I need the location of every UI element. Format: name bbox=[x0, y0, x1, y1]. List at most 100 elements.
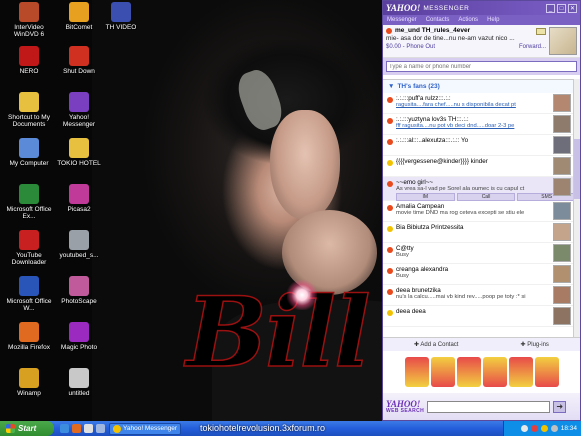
contact-row[interactable]: {{{{vergessene@kinder}}}} kinder bbox=[383, 156, 580, 177]
start-button[interactable]: Start bbox=[0, 421, 54, 436]
contact-avatar[interactable] bbox=[553, 202, 571, 220]
contact-row[interactable]: creanga alexandra Busy bbox=[383, 264, 580, 285]
contact-row[interactable]: ~~emo girl~~ As vrea sa-l vad pe Sorel al… bbox=[383, 177, 580, 201]
presence-icon bbox=[387, 181, 393, 187]
contact-avatar[interactable] bbox=[553, 244, 571, 262]
windows-logo-icon bbox=[6, 424, 15, 433]
plugins-label: Plug-ins bbox=[527, 342, 549, 348]
media-icon[interactable] bbox=[84, 424, 93, 433]
desktop-icon-item[interactable]: Microsoft Office W... bbox=[2, 276, 56, 312]
menu-help[interactable]: Help bbox=[487, 17, 499, 23]
contact-group-header[interactable]: ▼ TH's fans (23) bbox=[383, 80, 580, 93]
desktop-icon-label: Shortcut to My Documents bbox=[8, 114, 50, 128]
yahoo-search-logo: YAHOO! bbox=[386, 398, 421, 409]
group-name: TH's fans (23) bbox=[397, 83, 440, 90]
document-icon bbox=[69, 368, 89, 388]
desktop-icon-item[interactable]: Mozilla Firefox bbox=[2, 322, 56, 351]
phone-out-link[interactable]: $0.00 - Phone Out bbox=[386, 44, 435, 50]
desktop-icon-item[interactable]: Shut Down bbox=[52, 46, 106, 75]
contact-avatar[interactable] bbox=[553, 286, 571, 304]
contact-status[interactable]: fff ragusita....nu pot vb deci dnd.....d… bbox=[396, 123, 551, 129]
tray-icon-yahoo[interactable] bbox=[540, 425, 548, 432]
messenger-titlebar[interactable]: YAHOO! MESSENGER _ □ ✕ bbox=[383, 1, 580, 15]
contact-action-im[interactable]: IM bbox=[396, 193, 455, 201]
desktop-icon-item[interactable]: Picasa2 bbox=[52, 184, 106, 213]
contact-row[interactable]: :.:.:::puff'a rulzz:::.:.: ragusita....fa… bbox=[383, 93, 580, 114]
desktop-icon-item[interactable]: untitled bbox=[52, 368, 106, 397]
tray-icon-network[interactable] bbox=[520, 425, 528, 432]
desktop-icon-label: My Computer bbox=[9, 160, 49, 167]
contact-row[interactable]: Amalia Campean movie time DND ma rog cete… bbox=[383, 201, 580, 222]
desktop-icon-item[interactable]: YouTube Downloader bbox=[2, 230, 56, 266]
contact-avatar[interactable] bbox=[553, 223, 571, 241]
ad-figure bbox=[456, 357, 481, 387]
contact-row[interactable]: deea brunetzika nu's la calcu.....mai vb … bbox=[383, 285, 580, 306]
search-go-button[interactable]: ➜ bbox=[553, 400, 567, 413]
contact-avatar[interactable] bbox=[553, 115, 571, 133]
search-input[interactable] bbox=[386, 61, 577, 72]
contact-avatar[interactable] bbox=[553, 178, 571, 196]
contact-row[interactable]: :.:.:::al:::..alexutza:::.:.:: Yo bbox=[383, 135, 580, 156]
desktop-icon-label: InterVideo WinDVD 6 bbox=[13, 24, 45, 38]
ad-figure bbox=[482, 357, 507, 387]
desktop-icon-label: PhotoScape bbox=[61, 298, 97, 305]
desktop-icon-item[interactable]: Microsoft Office Ex... bbox=[2, 184, 56, 220]
envelope-icon[interactable] bbox=[536, 28, 546, 35]
add-contact-button[interactable]: ✚ Add a Contact bbox=[414, 341, 458, 348]
forward-link[interactable]: Forward... bbox=[519, 44, 546, 50]
presence-icon bbox=[387, 310, 393, 316]
contact-row[interactable]: deea deea bbox=[383, 306, 580, 327]
video-file-icon bbox=[111, 2, 131, 22]
scrollbar-thumb[interactable] bbox=[574, 139, 580, 199]
tray-icon-volume[interactable] bbox=[550, 425, 558, 432]
firefox-icon[interactable] bbox=[72, 424, 81, 433]
ad-figure bbox=[534, 357, 559, 387]
profile-status-message[interactable]: mie- asa dor de tine...nu ne-am vazut ni… bbox=[386, 35, 536, 42]
close-button[interactable]: ✕ bbox=[568, 3, 577, 13]
ie-icon[interactable] bbox=[60, 424, 69, 433]
desktop-icon-label: Yahoo! Messenger bbox=[62, 114, 96, 128]
desktop-icon-item[interactable]: Shortcut to My Documents bbox=[2, 92, 56, 128]
contact-row[interactable]: Bia Bibiutza Printzessita bbox=[383, 222, 580, 243]
tray-icon-security[interactable] bbox=[530, 425, 538, 432]
plugins-button[interactable]: ✚ Plug-ins bbox=[521, 341, 549, 348]
desktop-icon[interactable] bbox=[96, 424, 105, 433]
desktop-icon-item[interactable]: TOKIO HOTEL bbox=[52, 138, 106, 167]
computer-icon bbox=[19, 138, 39, 158]
contact-avatar[interactable] bbox=[553, 157, 571, 175]
contact-list-scrollbar[interactable] bbox=[573, 79, 580, 337]
menu-messenger[interactable]: Messenger bbox=[387, 17, 417, 23]
contact-status[interactable]: ragusita....fara chef.....nu s disponibi… bbox=[396, 102, 551, 108]
folder-icon bbox=[69, 138, 89, 158]
menu-actions[interactable]: Actions bbox=[458, 17, 478, 23]
desktop-icon-item[interactable]: Magic Photo bbox=[52, 322, 106, 351]
minimize-button[interactable]: _ bbox=[546, 3, 555, 13]
contact-action-call[interactable]: Call bbox=[456, 193, 516, 201]
advertisement-banner[interactable] bbox=[383, 351, 580, 393]
desktop-icon-item[interactable]: youtubed_s... bbox=[52, 230, 106, 259]
profile-panel: me_und TH_rules_4ever mie- asa dor de ti… bbox=[383, 25, 580, 58]
desktop-icon-item[interactable]: Winamp bbox=[2, 368, 56, 397]
desktop-icon-item[interactable]: InterVideo WinDVD 6 bbox=[2, 2, 56, 38]
clock[interactable]: 18:34 bbox=[561, 425, 577, 432]
profile-name: me_und TH_rules_4ever bbox=[395, 27, 471, 34]
contact-row[interactable]: C@tty Busy bbox=[383, 243, 580, 264]
contact-avatar[interactable] bbox=[553, 94, 571, 112]
taskbar-item-label: Yahoo! Messenger bbox=[123, 425, 178, 432]
web-search-input[interactable] bbox=[427, 400, 551, 413]
desktop-icon-item[interactable]: NERO bbox=[2, 46, 56, 75]
contact-row[interactable]: :.:.:::yuztyna lov3s TH:::.:.: fff ragusi… bbox=[383, 114, 580, 135]
desktop-icon-item[interactable]: Yahoo! Messenger bbox=[52, 92, 106, 128]
avatar[interactable] bbox=[549, 27, 577, 55]
desktop-icon-item[interactable]: My Computer bbox=[2, 138, 56, 167]
menu-contacts[interactable]: Contacts bbox=[426, 17, 450, 23]
maximize-button[interactable]: □ bbox=[557, 3, 566, 13]
desktop-icon-label: TH VIDEO bbox=[105, 24, 137, 31]
system-tray: 18:34 bbox=[503, 421, 581, 436]
taskbar-item-messenger[interactable]: Yahoo! Messenger bbox=[109, 422, 182, 435]
contact-avatar[interactable] bbox=[553, 265, 571, 283]
desktop-icon-item[interactable]: TH VIDEO bbox=[94, 2, 148, 31]
contact-avatar[interactable] bbox=[553, 136, 571, 154]
contact-avatar[interactable] bbox=[553, 307, 571, 325]
desktop-icon-item[interactable]: PhotoScape bbox=[52, 276, 106, 305]
